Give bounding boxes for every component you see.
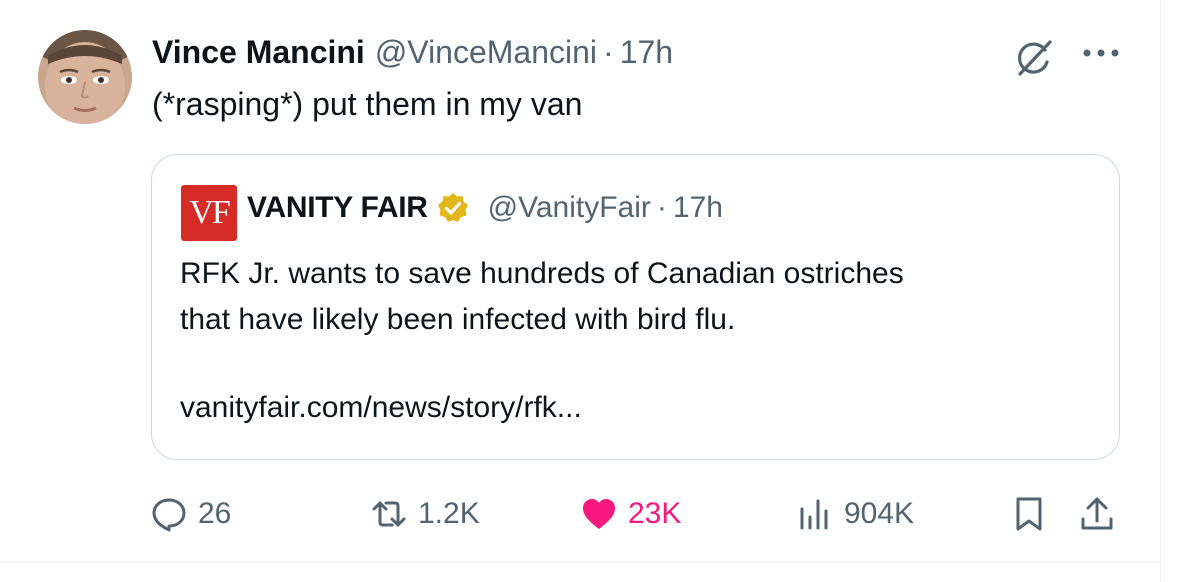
verified-gold-badge-icon — [436, 191, 470, 225]
quote-time: 17h — [672, 191, 723, 224]
quote-link[interactable]: vanityfair.com/news/story/rfk... — [180, 391, 582, 425]
repost-count: 1.2K — [418, 497, 480, 530]
tweet-text: (*rasping*) put them in my van — [152, 86, 583, 122]
quote-header: VANITY FAIR @VanityFair · 17h — [247, 191, 723, 225]
view-count: 904K — [844, 497, 915, 530]
reply-button[interactable]: 26 — [150, 490, 231, 538]
author-handle[interactable]: @VinceMancini — [375, 34, 597, 71]
quoted-tweet[interactable]: VF VANITY FAIR @VanityFair · 17h RFK Jr.… — [151, 154, 1120, 460]
quote-text-line: that have likely been infected with bird… — [180, 303, 736, 336]
like-count: 23K — [628, 497, 682, 530]
views-button[interactable]: 904K — [796, 490, 914, 538]
like-button[interactable]: 23K — [580, 490, 681, 538]
quote-text-line: RFK Jr. wants to save hundreds of Canadi… — [180, 257, 904, 290]
quote-separator-dot: · — [656, 191, 667, 224]
quote-author-handle: @VanityFair — [487, 191, 651, 224]
quote-text: RFK Jr. wants to save hundreds of Canadi… — [180, 251, 904, 343]
views-icon — [796, 495, 834, 533]
divider — [0, 562, 1160, 563]
grok-icon[interactable] — [1014, 38, 1054, 78]
share-icon — [1078, 495, 1116, 533]
retweet-icon — [370, 495, 408, 533]
share-button[interactable] — [1078, 490, 1116, 538]
quote-author-name: VANITY FAIR — [247, 191, 428, 224]
tweet[interactable]: Vince Mancini @VinceMancini · 17h (*rasp… — [0, 0, 1161, 582]
heart-icon — [580, 495, 618, 533]
separator-dot: · — [603, 34, 614, 70]
tweet-header: Vince Mancini @VinceMancini · 17h — [152, 34, 673, 71]
author-name[interactable]: Vince Mancini — [152, 34, 365, 71]
avatar[interactable] — [38, 30, 132, 124]
tweet-time[interactable]: 17h — [620, 34, 673, 71]
reply-icon — [150, 495, 188, 533]
bookmark-icon — [1010, 495, 1048, 533]
vanity-fair-logo[interactable]: VF — [181, 185, 237, 241]
more-icon[interactable] — [1080, 44, 1122, 62]
reply-count: 26 — [198, 497, 232, 530]
bookmark-button[interactable] — [1010, 490, 1048, 538]
repost-button[interactable]: 1.2K — [370, 490, 480, 538]
